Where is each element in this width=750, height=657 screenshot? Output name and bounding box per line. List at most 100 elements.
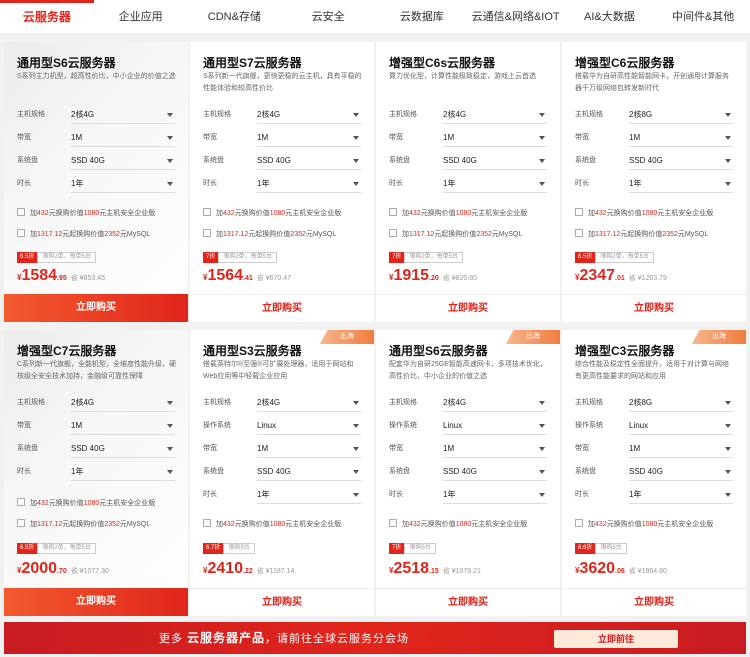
tab-enterprise-apps[interactable]: 企业应用 [94, 0, 188, 33]
security-addon-checkbox[interactable]: 加432元换购价值1080元主机安全企业版 [203, 519, 341, 529]
spec-select[interactable]: 2核4G [443, 106, 547, 124]
spec-select[interactable]: 2核4G [71, 106, 175, 124]
duration-row: 时长 1年 [575, 175, 733, 193]
duration-select[interactable]: 1年 [443, 486, 547, 504]
bandwidth-select[interactable]: 1M [629, 440, 733, 458]
duration-select[interactable]: 1年 [629, 486, 733, 504]
mysql-addon-checkbox[interactable]: 加1317.12元起换购价值2352元MySQL [17, 229, 150, 239]
disk-select[interactable]: SSD 40G [443, 463, 547, 481]
spec-label: 主机规格 [203, 399, 231, 406]
bandwidth-select[interactable]: 1M [71, 417, 175, 435]
spec-label: 主机规格 [203, 111, 231, 118]
security-addon-checkbox[interactable]: 加432元换购价值1080元主机安全企业版 [203, 208, 341, 218]
mysql-addon-checkbox[interactable]: 加1317.12元起换购价值2352元MySQL [389, 229, 522, 239]
chevron-down-icon [725, 113, 731, 117]
spec-select[interactable]: 2核8G [629, 106, 733, 124]
buy-now-button[interactable]: 立即购买 [4, 294, 188, 322]
spec-label: 主机规格 [17, 111, 45, 118]
bandwidth-select[interactable]: 1M [71, 129, 175, 147]
disk-select[interactable]: SSD 40G [257, 152, 361, 170]
product-title: 通用型S6云服务器 [17, 56, 116, 70]
mysql-addon-checkbox[interactable]: 加1317.12元起换购价值2352元MySQL [203, 229, 336, 239]
duration-row: 时长 1年 [203, 486, 361, 504]
product-desc: 配套华为自研25GE智能高速网卡，多项技术优化，高性价比，中小企业的价值之选 [389, 361, 547, 380]
duration-select[interactable]: 1年 [257, 175, 361, 193]
buy-now-button[interactable]: 立即购买 [562, 294, 746, 322]
tab-middleware[interactable]: 中间件&其他 [656, 0, 750, 33]
spec-select[interactable]: 2核4G [257, 106, 361, 124]
disk-select[interactable]: SSD 40G [257, 463, 361, 481]
tab-ai-bigdata[interactable]: AI&大数据 [563, 0, 657, 33]
tab-communication-iot[interactable]: 云通信&网络&IOT [469, 0, 563, 33]
product-desc: S系列主力机型，超高性价比，中小企业的价值之选 [17, 73, 176, 80]
tab-cloud-database[interactable]: 云数据库 [375, 0, 469, 33]
security-addon-checkbox[interactable]: 加432元换购价值1080元主机安全企业版 [17, 498, 155, 508]
security-addon-checkbox[interactable]: 加432元换购价值1080元主机安全企业版 [389, 519, 527, 529]
checkbox-icon [575, 229, 583, 237]
bandwidth-select[interactable]: 1M [257, 129, 361, 147]
disk-select[interactable]: SSD 40G [443, 152, 547, 170]
spec-label: 主机规格 [389, 399, 417, 406]
buy-now-button[interactable]: 立即购买 [4, 588, 188, 616]
bandwidth-select[interactable]: 1M [257, 440, 361, 458]
buy-now-button[interactable]: 立即购买 [190, 294, 374, 322]
bandwidth-value: 1M [71, 133, 83, 142]
disk-select[interactable]: SSD 40G [629, 463, 733, 481]
security-addon-checkbox[interactable]: 加432元换购价值1080元主机安全企业版 [389, 208, 527, 218]
buy-now-button[interactable]: 立即购买 [562, 588, 746, 616]
duration-select[interactable]: 1年 [257, 486, 361, 504]
security-addon-checkbox[interactable]: 加432元换购价值1080元主机安全企业版 [17, 208, 155, 218]
mysql-addon-checkbox[interactable]: 加1317.12元起换购价值2352元MySQL [575, 229, 708, 239]
duration-select[interactable]: 1年 [71, 175, 175, 193]
spec-select[interactable]: 2核4G [443, 394, 547, 412]
security-addon-checkbox[interactable]: 加432元换购价值1080元主机安全企业版 [575, 208, 713, 218]
os-select[interactable]: Linux [257, 417, 361, 435]
mysql-addon-checkbox[interactable]: 加1317.12元起换购价值2352元MySQL [17, 519, 150, 529]
tab-cloud-server[interactable]: 云服务器 [0, 0, 94, 33]
bandwidth-select[interactable]: 1M [443, 440, 547, 458]
discount-badges: 7折 限购5台 [389, 543, 436, 554]
duration-label: 时长 [575, 491, 589, 498]
bandwidth-select[interactable]: 1M [629, 129, 733, 147]
disk-select[interactable]: SSD 40G [629, 152, 733, 170]
spec-value: 2核4G [443, 398, 467, 407]
checkbox-icon [17, 208, 25, 216]
purchase-limit-badge: 限购2单，每单5台 [37, 543, 97, 554]
buy-now-button[interactable]: 立即购买 [190, 588, 374, 616]
os-select[interactable]: Linux [629, 417, 733, 435]
checkbox-icon [389, 208, 397, 216]
duration-label: 时长 [17, 468, 31, 475]
product-title: 通用型S3云服务器 [203, 344, 302, 358]
chevron-down-icon [539, 182, 545, 186]
spec-select[interactable]: 2核8G [629, 394, 733, 412]
product-card: 通用型S6云服务器 S系列主力机型，超高性价比，中小企业的价值之选 主机规格 2核… [4, 42, 188, 322]
spec-select[interactable]: 2核4G [257, 394, 361, 412]
spec-value: 2核4G [257, 398, 281, 407]
go-now-button[interactable]: 立即前往 [554, 630, 678, 648]
tab-cdn-storage[interactable]: CDN&存储 [188, 0, 282, 33]
disk-select[interactable]: SSD 40G [71, 440, 175, 458]
duration-label: 时长 [203, 491, 217, 498]
tab-cloud-security[interactable]: 云安全 [281, 0, 375, 33]
chevron-down-icon [353, 493, 359, 497]
duration-select[interactable]: 1年 [629, 175, 733, 193]
spec-value: 2核4G [71, 110, 95, 119]
buy-now-button[interactable]: 立即购买 [376, 294, 560, 322]
disk-row: 系统盘 SSD 40G [203, 463, 361, 481]
spec-select[interactable]: 2核4G [71, 394, 175, 412]
overseas-tag: 出海 [506, 330, 560, 344]
price: ¥2410.22 省 ¥1187.14 [203, 560, 295, 577]
disk-value: SSD 40G [443, 156, 477, 165]
security-addon-checkbox[interactable]: 加432元换购价值1080元主机安全企业版 [575, 519, 713, 529]
buy-now-button[interactable]: 立即购买 [376, 588, 560, 616]
duration-select[interactable]: 1年 [71, 463, 175, 481]
product-card: 出海 通用型S6云服务器 配套华为自研25GE智能高速网卡，多项技术优化，高性价… [376, 330, 560, 616]
os-select[interactable]: Linux [443, 417, 547, 435]
savings: 省 ¥1187.14 [256, 568, 295, 575]
bandwidth-select[interactable]: 1M [443, 129, 547, 147]
chevron-down-icon [353, 424, 359, 428]
duration-select[interactable]: 1年 [443, 175, 547, 193]
bandwidth-row: 带宽 1M [389, 440, 547, 458]
disk-select[interactable]: SSD 40G [71, 152, 175, 170]
bandwidth-value: 1M [629, 133, 641, 142]
